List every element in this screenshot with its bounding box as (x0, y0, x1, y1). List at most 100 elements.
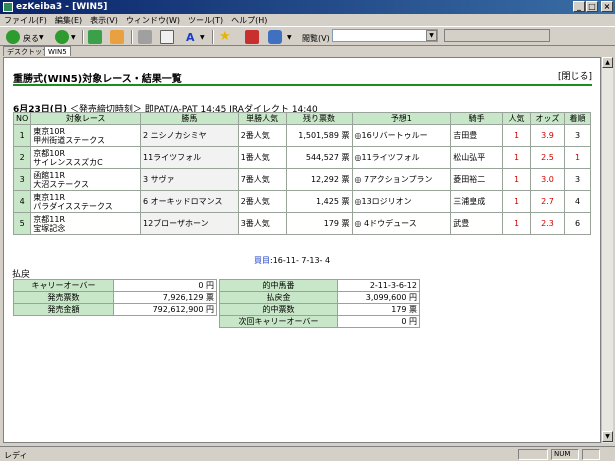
status-bar: レディ NUM (0, 446, 615, 461)
table-row: キャリーオーバー 0 円 (13, 279, 217, 292)
tab-win5[interactable]: WIN5 (44, 46, 71, 56)
page-icon[interactable] (160, 30, 174, 44)
table-row: 次回キャリーオーバー 0 円 (219, 315, 420, 328)
rank-cell: 3 (563, 168, 592, 191)
col-rank: 着順 (563, 112, 592, 125)
secondary-combo[interactable] (444, 29, 550, 42)
page-title: 重勝式(WIN5)対象レース・結果一覧 (13, 74, 182, 85)
col-popularity: 単勝人気 (237, 112, 287, 125)
col-pred-pop: 人気 (502, 112, 532, 125)
vertical-scrollbar[interactable]: ▲ ▼ (601, 57, 613, 443)
window-title: ezKeiba3 - [WIN5] (16, 2, 108, 12)
votes-cell: 544,527 票 (285, 146, 353, 169)
font-icon[interactable]: A (186, 31, 195, 44)
menu-tools[interactable]: ツール(T) (188, 15, 223, 26)
prediction-cell: ◎ 4ドウデュース (351, 212, 452, 235)
payout-result-table: 的中馬番 2-11-3-6-12 払戻金 3,099,600 円 的中票数 179 票… (219, 279, 420, 328)
back-dropdown-icon[interactable]: ▼ (39, 34, 44, 41)
address-dropdown-icon[interactable]: ▼ (426, 30, 437, 41)
col-prediction: 予想1 (351, 112, 452, 125)
minimize-button[interactable]: _ (573, 1, 585, 12)
col-no: NO (12, 112, 32, 125)
race-name: 宝塚記念 (33, 223, 66, 233)
col-winner: 勝馬 (139, 112, 239, 125)
table-row: 払戻金 3,099,600 円 (219, 291, 420, 304)
scroll-down-icon[interactable]: ▼ (602, 431, 613, 442)
race-venue: 京都11R (33, 214, 66, 224)
race-name: サイレンススズカC (33, 157, 103, 167)
status-text: レディ (4, 451, 28, 460)
table-header-row: NO 対象レース 勝馬 単勝人気 残り票数 予想1 騎手 人気 オッズ 着順 (12, 112, 592, 125)
table-row: 発売金額 792,612,900 円 (13, 303, 217, 316)
odds-cell: 2.7 (530, 190, 565, 213)
menu-bar: ファイル(F) 編集(E) 表示(V) ウィンドウ(W) ツール(T) ヘルプ(… (0, 14, 615, 26)
book-icon[interactable] (245, 30, 259, 44)
race-name: 大沼ステークス (33, 179, 90, 189)
forward-dropdown-icon[interactable]: ▼ (71, 34, 76, 41)
maximize-button[interactable]: □ (586, 1, 598, 12)
menu-view[interactable]: 表示(V) (90, 15, 118, 26)
payout-label: 次回キャリーオーバー (219, 315, 338, 328)
table-row: 的中馬番 2-11-3-6-12 (219, 279, 420, 292)
winner-cell: 12ブローザホーン (139, 212, 239, 235)
rank-cell: 1 (563, 146, 592, 169)
row-no: 4 (12, 190, 32, 213)
winner-cell: 2 ニシノカシミヤ (139, 124, 239, 147)
pred-pop-cell: 1 (502, 168, 532, 191)
close-link[interactable]: [閉じる] (558, 69, 592, 82)
toolbar-separator (131, 30, 133, 44)
menu-file[interactable]: ファイル(F) (4, 15, 47, 26)
col-jockey: 騎手 (450, 112, 504, 125)
winner-cell: 3 サヴァ (139, 168, 239, 191)
table-row: 4 東京11R パラダイスステークス 6 オーキッドロマンス 2番人気 1,425… (12, 190, 592, 213)
payout-label: キャリーオーバー (13, 279, 114, 292)
home-icon[interactable] (110, 30, 124, 44)
favorites-star-icon[interactable]: ★ (219, 29, 231, 44)
odds-cell: 2.3 (530, 212, 565, 235)
popularity-cell: 2番人気 (237, 190, 287, 213)
prediction-cell: ◎11ライツフォル (351, 146, 452, 169)
jockey-cell: 吉田豊 (450, 124, 504, 147)
network-dropdown-icon[interactable]: ▼ (287, 34, 292, 41)
payout-label: 発売票数 (13, 291, 114, 304)
race-name: パラダイスステークス (33, 201, 113, 211)
bet-combination: 買目:16-11- 7-13- 4 (254, 255, 330, 266)
font-dropdown-icon[interactable]: ▼ (200, 34, 205, 41)
popularity-cell: 2番人気 (237, 124, 287, 147)
jockey-cell: 武豊 (450, 212, 504, 235)
menu-help[interactable]: ヘルプ(H) (231, 15, 267, 26)
race-venue: 函館11R (33, 170, 66, 180)
menu-window[interactable]: ウィンドウ(W) (126, 15, 180, 26)
payout-label: 的中馬番 (219, 279, 338, 292)
back-label[interactable]: 戻る (23, 33, 39, 44)
prediction-cell: ◎16リバートゥルー (351, 124, 452, 147)
content-area: 重勝式(WIN5)対象レース・結果一覧 [閉じる] 6月23日(日) ＜発売締切… (3, 57, 601, 443)
refresh-icon[interactable] (88, 30, 102, 44)
popularity-cell: 7番人気 (237, 168, 287, 191)
jockey-cell: 三浦皇成 (450, 190, 504, 213)
network-icon[interactable] (268, 30, 282, 44)
winner-cell: 11ライツフォル (139, 146, 239, 169)
toolbar-separator (82, 30, 84, 44)
menu-edit[interactable]: 編集(E) (55, 15, 82, 26)
race-cell: 京都10R サイレンススズカC (30, 146, 141, 169)
toolbar-separator (212, 30, 214, 44)
table-row: 発売票数 7,926,129 票 (13, 291, 217, 304)
close-window-button[interactable]: × (601, 1, 613, 12)
votes-cell: 12,292 票 (285, 168, 353, 191)
address-input[interactable] (332, 29, 438, 42)
table-row: 1 東京10R 甲州街道ステークス 2 ニシノカシミヤ 2番人気 1,501,58… (12, 124, 592, 147)
race-table: NO 対象レース 勝馬 単勝人気 残り票数 予想1 騎手 人気 オッズ 着順 1… (12, 112, 592, 235)
table-row: 2 京都10R サイレンススズカC 11ライツフォル 1番人気 544,527 票… (12, 146, 592, 169)
forward-icon[interactable] (55, 30, 69, 44)
scroll-up-icon[interactable]: ▲ (602, 57, 613, 68)
bet-label[interactable]: 買目 (254, 256, 270, 265)
back-icon[interactable] (6, 30, 20, 44)
rank-cell: 4 (563, 190, 592, 213)
row-no: 2 (12, 146, 32, 169)
rank-cell: 3 (563, 124, 592, 147)
table-row: 3 函館11R 大沼ステークス 3 サヴァ 7番人気 12,292 票 ◎ 7アク… (12, 168, 592, 191)
print-icon[interactable] (138, 30, 152, 44)
rank-cell: 6 (563, 212, 592, 235)
payout-value: 2-11-3-6-12 (337, 279, 420, 292)
